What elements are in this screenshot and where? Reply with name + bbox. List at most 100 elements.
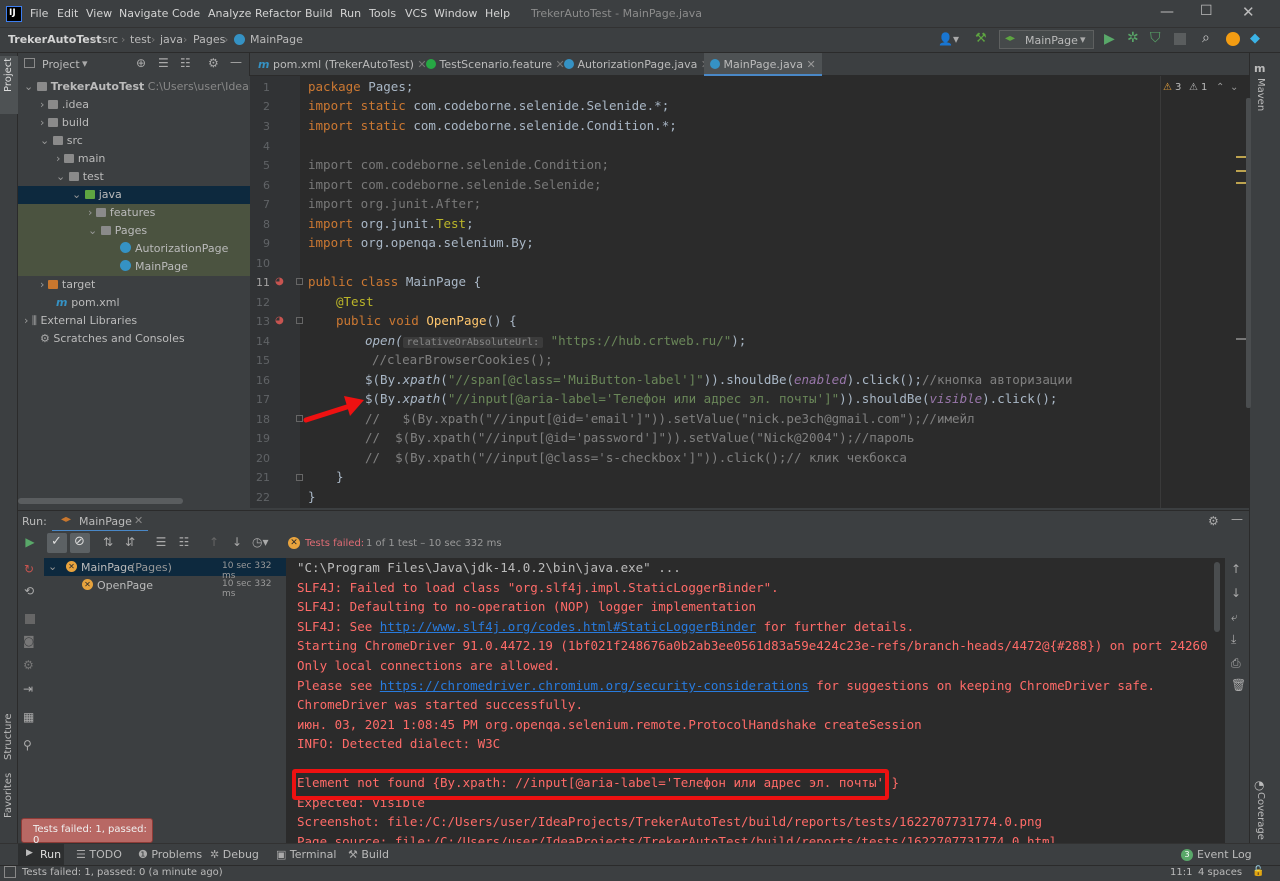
tree-item-external-libraries[interactable]: › ⫼ External Libraries <box>18 312 250 330</box>
structure-side-label[interactable]: Structure <box>3 713 14 760</box>
tree-item-root[interactable]: ⌄ TrekerAutoTest C:\Users\user\IdeaProje <box>18 78 276 96</box>
tests-failed-tooltip[interactable]: Tests failed: 1, passed: 0 <box>21 818 153 846</box>
lock-icon[interactable]: 🔓 <box>1252 866 1264 877</box>
update-icon[interactable] <box>1226 32 1240 46</box>
maximize-icon[interactable]: ☐ <box>1200 3 1213 19</box>
tree-item-pom[interactable]: m pom.xml <box>18 294 250 312</box>
expand-all-icon[interactable]: ☰ <box>158 56 169 70</box>
toggle-auto-test-icon[interactable]: ⟲ <box>24 584 34 598</box>
menu-window[interactable]: Window <box>434 7 477 20</box>
menu-analyze[interactable]: Analyze <box>208 7 251 20</box>
menu-view[interactable]: View <box>86 7 112 20</box>
hide-icon[interactable]: — <box>230 55 242 69</box>
chevron-down-icon[interactable]: ▾ <box>82 57 88 70</box>
print-icon[interactable]: ⎙ <box>1231 656 1241 671</box>
fold-icon[interactable] <box>296 474 303 481</box>
menu-navigate[interactable]: Navigate <box>119 7 168 20</box>
menu-build[interactable]: Build <box>305 7 333 20</box>
soft-wrap-icon[interactable]: ⤶ <box>1231 610 1238 625</box>
menu-vcs[interactable]: VCS <box>405 7 427 20</box>
close-icon[interactable]: ✕ <box>134 514 143 527</box>
show-ignored-toggle[interactable]: ⊘ <box>70 533 90 553</box>
pin-icon[interactable]: ⚲ <box>23 738 32 752</box>
show-passed-toggle[interactable]: ✓ <box>47 533 67 553</box>
breadcrumb-pages[interactable]: Pages <box>193 33 225 46</box>
collapse-all-icon[interactable]: ☷ <box>176 535 192 551</box>
maven-side-label[interactable]: Maven <box>1255 78 1266 111</box>
run-config-selector[interactable]: ◂▸ MainPage ▾ <box>999 30 1094 49</box>
settings-icon[interactable]: ⚙ <box>23 658 34 672</box>
gear-icon[interactable]: ⚙ <box>1208 514 1219 528</box>
tab-autorizationpage[interactable]: AutorizationPage.java ✕ <box>558 53 716 76</box>
menu-tools[interactable]: Tools <box>369 7 396 20</box>
breadcrumb-test[interactable]: test <box>130 33 151 46</box>
console-link[interactable]: https://chromedriver.chromium.org/securi… <box>380 678 809 693</box>
search-icon[interactable]: ⌕ <box>1202 30 1210 46</box>
tab-testscenario[interactable]: TestScenario.feature ✕ <box>420 53 571 76</box>
status-message[interactable]: Tests failed: 1, passed: 0 (a minute ago… <box>22 867 223 878</box>
breadcrumb-mainpage[interactable]: MainPage <box>250 33 303 46</box>
collapse-all-icon[interactable]: ☷ <box>180 56 191 70</box>
menu-file[interactable]: File <box>30 7 48 20</box>
minimize-icon[interactable]: — <box>1160 4 1174 20</box>
user-icon[interactable]: 👤▾ <box>938 32 959 46</box>
tree-item-scratches[interactable]: ⚙ Scratches and Consoles <box>18 330 250 348</box>
tree-item-mainpage[interactable]: MainPage <box>18 258 250 276</box>
build-tool-button[interactable]: ⚒ Build <box>348 848 389 861</box>
sort-alpha-icon[interactable]: ⇅ <box>100 535 116 551</box>
tree-item-build[interactable]: › build <box>18 114 250 132</box>
exit-icon[interactable]: ⇥ <box>23 682 33 696</box>
trash-icon[interactable]: 🗑 <box>1231 678 1246 692</box>
tree-item-test[interactable]: ⌄ test <box>18 168 250 186</box>
menu-refactor[interactable]: Refactor <box>255 7 301 20</box>
menu-code[interactable]: Code <box>172 7 200 20</box>
tab-mainpage[interactable]: MainPage.java ✕ <box>704 53 822 76</box>
rerun-icon[interactable]: ▶ <box>22 535 38 551</box>
arrow-up-icon[interactable]: ↑ <box>206 535 222 551</box>
tree-item-java[interactable]: ⌄ java <box>18 186 250 204</box>
indent-setting[interactable]: 4 spaces <box>1198 867 1242 878</box>
coverage-side-label[interactable]: Coverage <box>1255 792 1266 840</box>
chevron-up-icon[interactable]: ⌃ <box>1216 82 1224 93</box>
debug-icon[interactable]: ✲ <box>1127 30 1139 46</box>
close-icon[interactable]: ✕ <box>1242 3 1255 21</box>
arrow-up-icon[interactable]: ↑ <box>1231 562 1241 576</box>
warning-icon[interactable]: ⚠ <box>1163 82 1172 93</box>
breadcrumb-project[interactable]: TrekerAutoTest <box>8 33 102 46</box>
stop-icon[interactable] <box>1174 33 1186 45</box>
rerun-failed-icon[interactable]: ↻ <box>24 562 34 576</box>
weak-warning-icon[interactable]: ⚠ <box>1189 82 1198 93</box>
tree-item-target[interactable]: › target <box>18 276 250 294</box>
history-icon[interactable]: ◷▾ <box>252 535 269 551</box>
coverage-icon[interactable]: ⛉ <box>1150 30 1161 46</box>
layout-icon[interactable] <box>4 866 16 878</box>
menu-run[interactable]: Run <box>340 7 361 20</box>
menu-edit[interactable]: Edit <box>57 7 78 20</box>
fold-icon[interactable] <box>296 278 303 285</box>
locate-icon[interactable]: ⊕ <box>136 56 146 70</box>
fold-icon[interactable] <box>296 317 303 324</box>
tree-item-pages[interactable]: ⌄ Pages <box>18 222 250 240</box>
run-gutter-icon[interactable]: ◕ <box>275 276 284 287</box>
run-tool-button[interactable]: ▶ Run <box>18 844 64 865</box>
camera-icon[interactable]: ◙ <box>23 634 35 648</box>
scroll-to-end-icon[interactable]: ⤓ <box>1231 632 1236 647</box>
project-view-selector[interactable]: Project <box>42 58 80 71</box>
layout-icon[interactable]: ▦ <box>23 710 34 724</box>
console-link[interactable]: http://www.slf4j.org/codes.html#StaticLo… <box>380 619 756 634</box>
tree-item-src[interactable]: ⌄ src <box>18 132 250 150</box>
problems-tool-button[interactable]: ❶ Problems <box>138 848 202 861</box>
sort-duration-icon[interactable]: ⇵ <box>122 535 138 551</box>
test-node-mainpage[interactable]: ⌄ ✕ MainPage (Pages) 10 sec 332 ms <box>44 558 286 581</box>
tree-item-autorizationpage[interactable]: AutorizationPage <box>18 240 250 258</box>
test-node-openpage[interactable]: ✕ OpenPage 10 sec 332 ms <box>44 576 286 599</box>
menu-help[interactable]: Help <box>485 7 510 20</box>
run-tab-mainpage[interactable]: ◂▸ MainPage ✕ <box>52 511 148 532</box>
tab-pom[interactable]: m pom.xml (TrekerAutoTest) ✕ <box>252 53 433 76</box>
tree-item-idea[interactable]: › .idea <box>18 96 250 114</box>
stop-icon[interactable] <box>25 614 35 624</box>
breadcrumb-java[interactable]: java <box>160 33 183 46</box>
tree-item-features[interactable]: › features <box>18 204 250 222</box>
gear-icon[interactable]: ⚙ <box>208 56 219 70</box>
debug-tool-button[interactable]: ✲ Debug <box>210 848 259 861</box>
